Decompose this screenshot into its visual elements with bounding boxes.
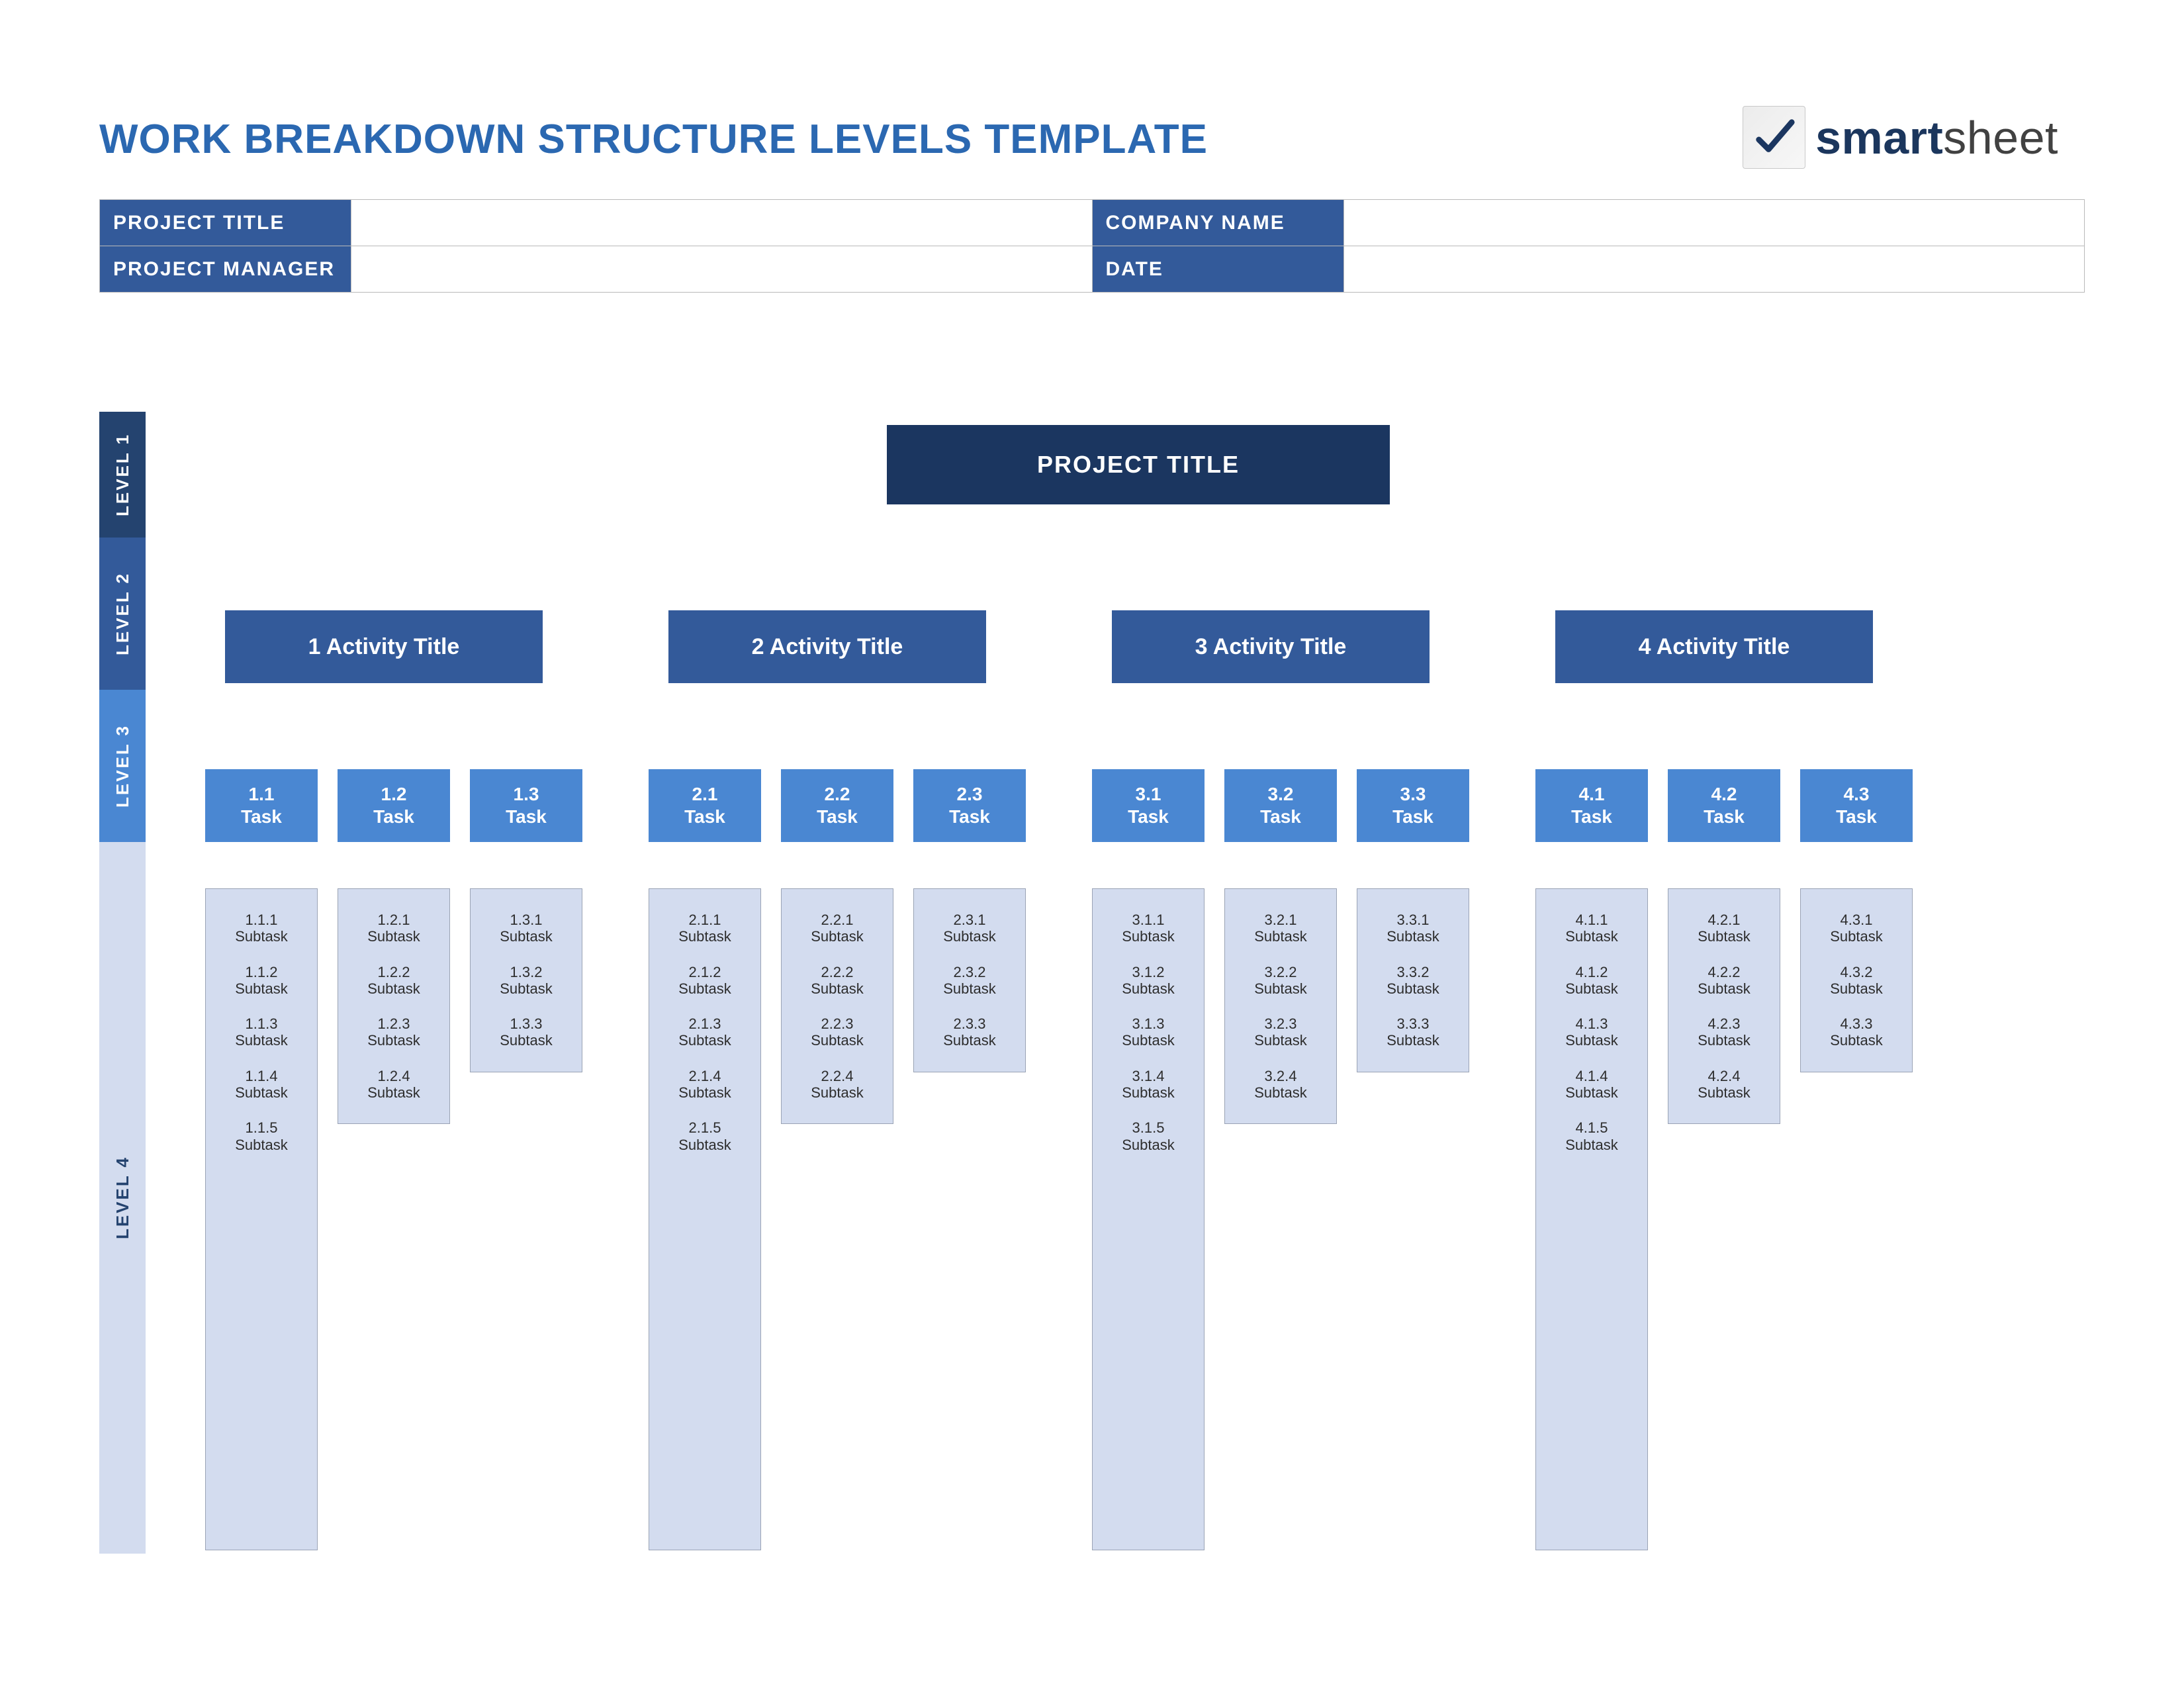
- label-project-title: PROJECT TITLE: [100, 200, 351, 246]
- wbs-task: 2.2Task: [781, 769, 893, 842]
- wbs-subtask: 2.1.2Subtask: [678, 964, 731, 998]
- label-company-name: COMPANY NAME: [1092, 200, 1343, 246]
- wbs-subtask-list: 1.3.1Subtask 1.3.2Subtask 1.3.3Subtask: [470, 888, 582, 1072]
- wbs-subtask-list: 2.2.1Subtask 2.2.2Subtask 2.2.3Subtask 2.2.…: [781, 888, 893, 1124]
- wbs-root: PROJECT TITLE: [887, 425, 1390, 504]
- wbs-subtask-list: 2.3.1Subtask 2.3.2Subtask 2.3.3Subtask: [913, 888, 1026, 1072]
- wbs-subtask: 2.2.1Subtask: [811, 912, 864, 945]
- wbs-subtask: 2.3.3Subtask: [943, 1015, 996, 1049]
- wbs-subtask-list: 4.1.1Subtask 4.1.2Subtask 4.1.3Subtask 4.1.…: [1535, 888, 1648, 1550]
- wbs-subtask: 4.1.5Subtask: [1565, 1119, 1618, 1153]
- wbs-subtask: 2.2.2Subtask: [811, 964, 864, 998]
- wbs-subtask: 1.1.4Subtask: [235, 1068, 288, 1102]
- value-project-title[interactable]: [351, 200, 1093, 246]
- wbs-subtask: 1.2.4Subtask: [367, 1068, 420, 1102]
- value-project-manager[interactable]: [351, 246, 1093, 293]
- wbs-subtask: 3.2.3Subtask: [1254, 1015, 1307, 1049]
- wbs-subtask: 3.1.5Subtask: [1122, 1119, 1175, 1153]
- value-company-name[interactable]: [1343, 200, 2085, 246]
- wbs-subtask: 3.1.2Subtask: [1122, 964, 1175, 998]
- wbs-subtask: 1.3.1Subtask: [500, 912, 553, 945]
- wbs-subtask: 1.2.2Subtask: [367, 964, 420, 998]
- wbs-subtask: 2.1.1Subtask: [678, 912, 731, 945]
- wbs-subtask: 3.3.2Subtask: [1387, 964, 1439, 998]
- wbs-subtask: 4.1.2Subtask: [1565, 964, 1618, 998]
- wbs-subtask: 3.1.1Subtask: [1122, 912, 1175, 945]
- wbs-subtask: 3.1.3Subtask: [1122, 1015, 1175, 1049]
- wbs-subtask: 2.2.3Subtask: [811, 1015, 864, 1049]
- wbs-subtask: 1.1.5Subtask: [235, 1119, 288, 1153]
- wbs-subtask: 1.1.2Subtask: [235, 964, 288, 998]
- level-3-rail: LEVEL 3: [99, 690, 146, 842]
- wbs-subtask: 3.2.1Subtask: [1254, 912, 1307, 945]
- wbs-subtask: 4.1.4Subtask: [1565, 1068, 1618, 1102]
- wbs-subtask: 4.2.4Subtask: [1698, 1068, 1751, 1102]
- wbs-subtask: 3.1.4Subtask: [1122, 1068, 1175, 1102]
- wbs-subtask: 4.3.2Subtask: [1830, 964, 1883, 998]
- wbs-subtask-list: 4.2.1Subtask 4.2.2Subtask 4.2.3Subtask 4.2.…: [1668, 888, 1780, 1124]
- wbs-subtask: 4.3.3Subtask: [1830, 1015, 1883, 1049]
- wbs-subtask: 1.2.3Subtask: [367, 1015, 420, 1049]
- value-date[interactable]: [1343, 246, 2085, 293]
- wbs-subtask: 2.1.3Subtask: [678, 1015, 731, 1049]
- wbs-subtask: 3.3.3Subtask: [1387, 1015, 1439, 1049]
- wbs-subtask: 2.1.5Subtask: [678, 1119, 731, 1153]
- wbs-task: 4.1Task: [1535, 769, 1648, 842]
- wbs-task: 1.2Task: [338, 769, 450, 842]
- wbs-task: 3.2Task: [1224, 769, 1337, 842]
- wbs-subtask: 1.2.1Subtask: [367, 912, 420, 945]
- wbs-subtask: 3.2.4Subtask: [1254, 1068, 1307, 1102]
- level-2-rail: LEVEL 2: [99, 538, 146, 690]
- label-date: DATE: [1092, 246, 1343, 293]
- wbs-subtask: 4.2.1Subtask: [1698, 912, 1751, 945]
- wbs-subtask: 4.1.1Subtask: [1565, 912, 1618, 945]
- wbs-subtask: 3.2.2Subtask: [1254, 964, 1307, 998]
- level-4-rail: LEVEL 4: [99, 842, 146, 1554]
- wbs-activity: 3 Activity Title: [1112, 610, 1430, 683]
- wbs-subtask-list: 3.3.1Subtask 3.3.2Subtask 3.3.3Subtask: [1357, 888, 1469, 1072]
- wbs-task: 4.2Task: [1668, 769, 1780, 842]
- wbs-task: 3.1Task: [1092, 769, 1205, 842]
- wbs-subtask: 2.3.2Subtask: [943, 964, 996, 998]
- wbs-task: 2.3Task: [913, 769, 1026, 842]
- wbs-subtask: 2.1.4Subtask: [678, 1068, 731, 1102]
- wbs-subtask: 4.2.2Subtask: [1698, 964, 1751, 998]
- wbs-subtask-list: 2.1.1Subtask 2.1.2Subtask 2.1.3Subtask 2.1.…: [649, 888, 761, 1550]
- wbs-subtask: 3.3.1Subtask: [1387, 912, 1439, 945]
- wbs-subtask: 4.3.1Subtask: [1830, 912, 1883, 945]
- wbs-subtask: 1.3.3Subtask: [500, 1015, 553, 1049]
- wbs-subtask: 1.1.1Subtask: [235, 912, 288, 945]
- wbs-task: 1.3Task: [470, 769, 582, 842]
- wbs-subtask-list: 1.2.1Subtask 1.2.2Subtask 1.2.3Subtask 1.2.…: [338, 888, 450, 1124]
- wbs-task: 1.1Task: [205, 769, 318, 842]
- wbs-subtask: 1.3.2Subtask: [500, 964, 553, 998]
- wbs-subtask-list: 1.1.1Subtask 1.1.2Subtask 1.1.3Subtask 1.1.…: [205, 888, 318, 1550]
- page-title: WORK BREAKDOWN STRUCTURE LEVELS TEMPLATE: [99, 116, 2085, 163]
- wbs-subtask: 4.2.3Subtask: [1698, 1015, 1751, 1049]
- wbs-subtask-list: 3.2.1Subtask 3.2.2Subtask 3.2.3Subtask 3.2.…: [1224, 888, 1337, 1124]
- wbs-subtask-list: 3.1.1Subtask 3.1.2Subtask 3.1.3Subtask 3.1.…: [1092, 888, 1205, 1550]
- project-meta-table: PROJECT TITLE COMPANY NAME PROJECT MANAG…: [99, 199, 2085, 293]
- wbs-activity: 1 Activity Title: [225, 610, 543, 683]
- wbs-activity: 2 Activity Title: [668, 610, 986, 683]
- wbs-task: 4.3Task: [1800, 769, 1913, 842]
- wbs-subtask-list: 4.3.1Subtask 4.3.2Subtask 4.3.3Subtask: [1800, 888, 1913, 1072]
- wbs-subtask: 2.2.4Subtask: [811, 1068, 864, 1102]
- wbs-task: 3.3Task: [1357, 769, 1469, 842]
- wbs-subtask: 2.3.1Subtask: [943, 912, 996, 945]
- wbs-subtask: 4.1.3Subtask: [1565, 1015, 1618, 1049]
- wbs-activity: 4 Activity Title: [1555, 610, 1873, 683]
- level-1-rail: LEVEL 1: [99, 412, 146, 538]
- wbs-subtask: 1.1.3Subtask: [235, 1015, 288, 1049]
- wbs-task: 2.1Task: [649, 769, 761, 842]
- label-project-manager: PROJECT MANAGER: [100, 246, 351, 293]
